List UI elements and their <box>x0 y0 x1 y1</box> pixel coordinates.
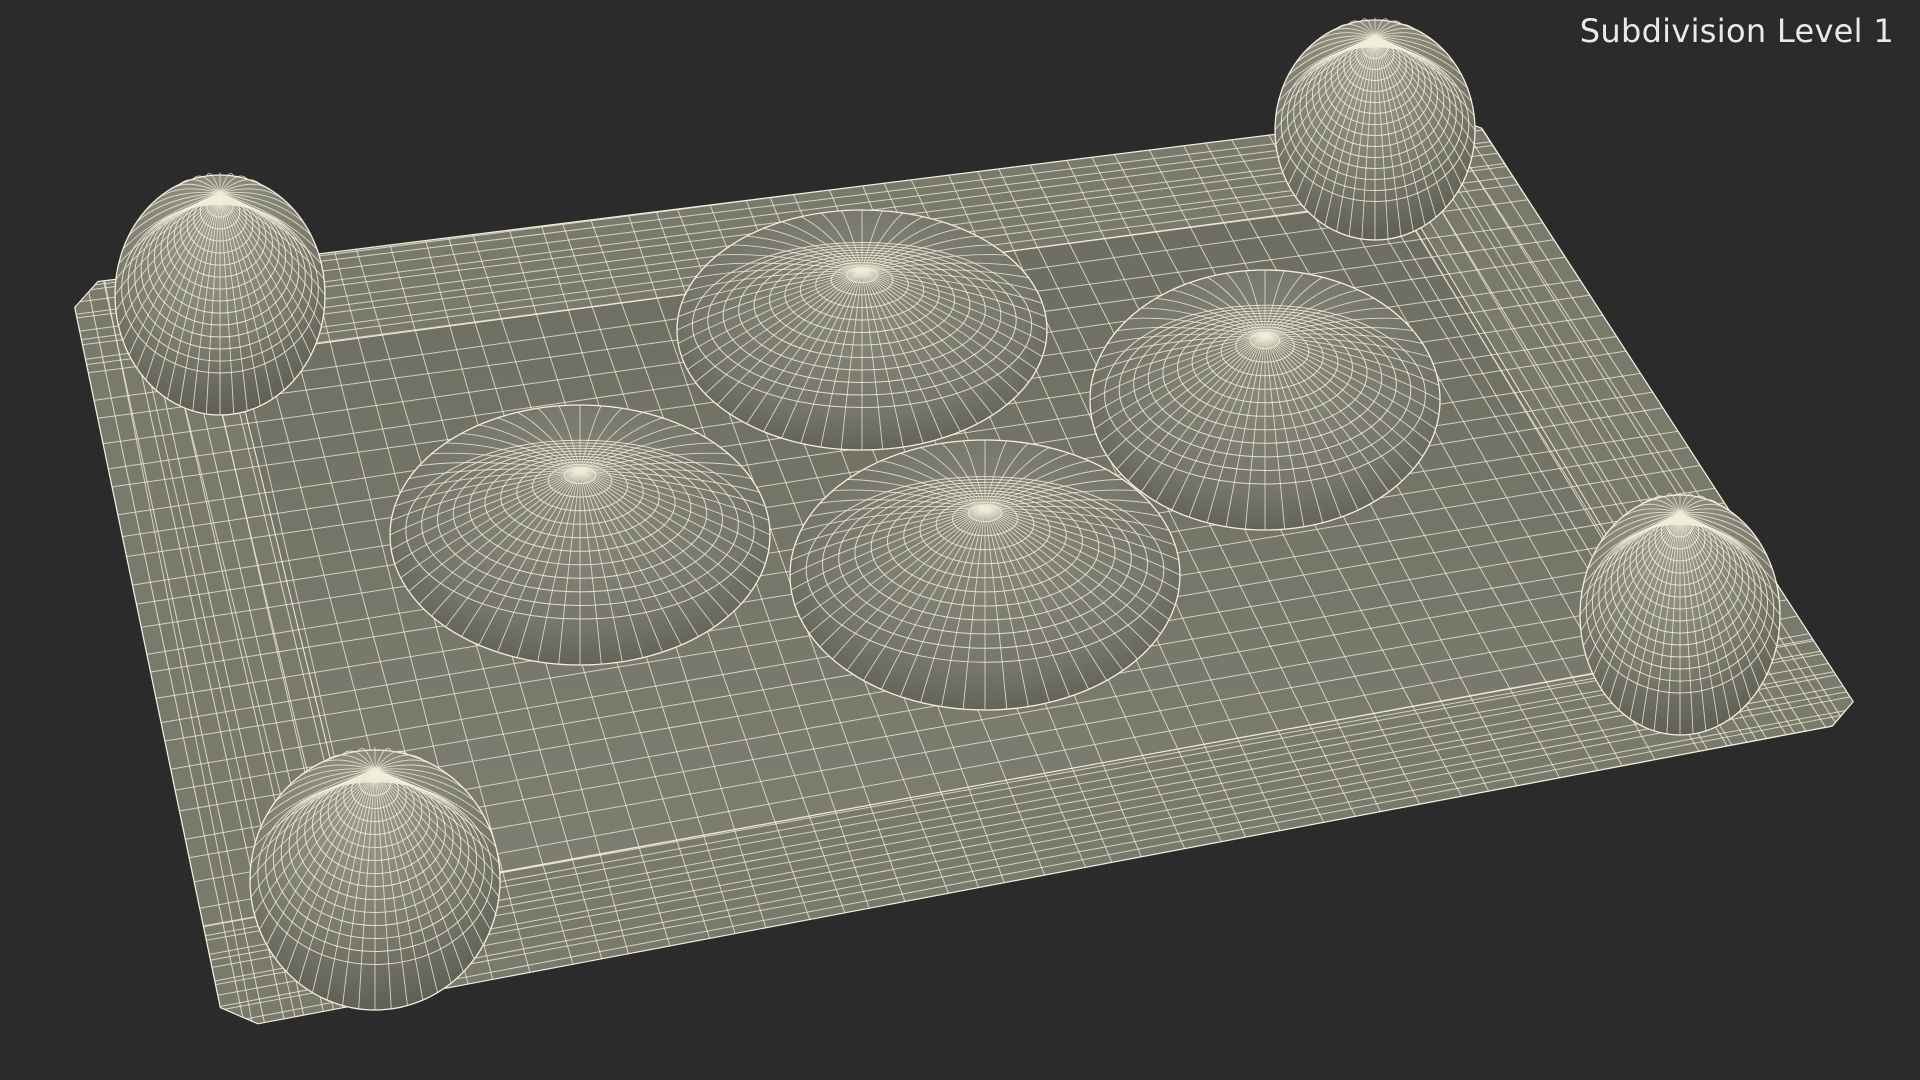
3d-viewport[interactable]: Subdivision Level 1 <box>0 0 1920 1080</box>
corner-post <box>1579 492 1781 736</box>
oval-bump <box>676 209 1048 451</box>
wireframe-tray-render <box>74 17 1854 1025</box>
oval-bump <box>789 439 1181 711</box>
corner-post <box>114 172 326 416</box>
subdivision-level-label: Subdivision Level 1 <box>1579 12 1894 50</box>
corner-post <box>1274 17 1476 241</box>
corner-post <box>249 747 501 1011</box>
oval-bump <box>389 404 771 666</box>
oval-bump <box>1089 269 1441 531</box>
